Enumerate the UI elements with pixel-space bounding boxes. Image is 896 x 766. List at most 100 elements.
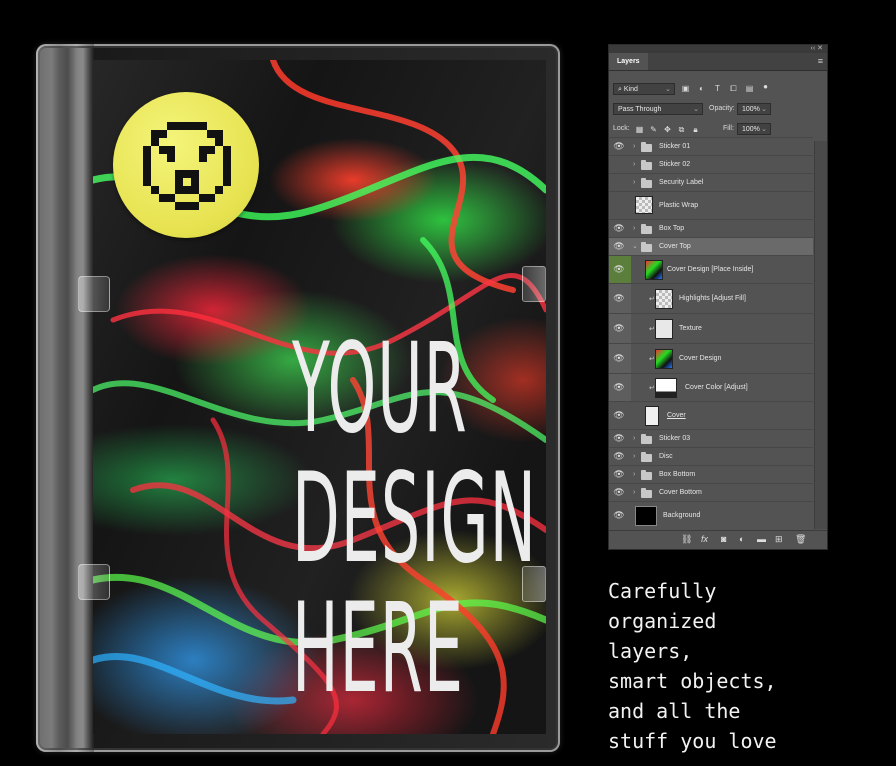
folder-icon (641, 470, 652, 480)
layer-row[interactable]: 👁︎ Cover (609, 401, 813, 429)
lock-move-icon[interactable]: ✥ (663, 125, 672, 134)
tab-layers[interactable]: Layers (609, 53, 648, 70)
opacity-label: Opacity: (709, 105, 735, 112)
eye-off-icon[interactable]: □ (613, 200, 625, 212)
filter-kind-select[interactable]: ⌕ Kind ⌄ (613, 83, 675, 95)
eye-icon[interactable]: 👁︎ (613, 510, 625, 522)
eye-off-icon[interactable]: □ (613, 177, 625, 189)
chevron-right-icon[interactable]: › (633, 225, 635, 232)
fx-icon[interactable]: fx (701, 534, 708, 544)
case-hinge-top (78, 276, 110, 312)
panel-titlebar: ‹‹ ✕ (609, 45, 827, 53)
layer-row[interactable]: □ Plastic Wrap (609, 191, 813, 219)
eye-icon[interactable]: 👁︎ (613, 141, 625, 153)
eye-icon[interactable]: 👁︎ (613, 264, 625, 276)
opacity-value: 100% (742, 106, 760, 113)
panel-tabrow: Layers ≡ (609, 53, 827, 71)
folder-icon (641, 142, 652, 152)
cover-line-3: HERE (292, 577, 465, 721)
type-filter-icon[interactable]: T (713, 84, 722, 93)
trash-icon[interactable]: 🗑︎ (795, 534, 806, 545)
layer-row[interactable]: □ › Sticker 02 (609, 155, 813, 173)
chevron-right-icon[interactable]: › (633, 453, 635, 460)
chevron-right-icon[interactable]: › (633, 179, 635, 186)
fill-value: 100% (742, 126, 760, 133)
lock-transparent-icon[interactable]: ▦ (635, 125, 644, 134)
chevron-right-icon[interactable]: › (633, 143, 635, 150)
eye-icon[interactable]: 👁︎ (613, 382, 625, 394)
lock-brush-icon[interactable]: ✎ (649, 125, 658, 134)
layer-row[interactable]: 👁︎ ↵ Highlights [Adjust Fill] (609, 283, 813, 313)
layer-row[interactable]: 👁︎ › Box Top (609, 219, 813, 237)
layer-row[interactable]: 👁︎ Cover Design [Place Inside] (609, 255, 813, 283)
layer-row-selected[interactable]: 👁︎ ⌄ Cover Top (609, 237, 813, 255)
chevron-down-icon[interactable]: ⌄ (632, 242, 638, 250)
blend-mode-select[interactable]: Pass Through ⌄ (613, 103, 703, 115)
layer-thumbnail (655, 319, 673, 339)
panel-menu-icon[interactable]: ≡ (818, 56, 823, 66)
chevron-down-icon: ⌄ (761, 106, 767, 113)
layer-name: Disc (659, 453, 673, 460)
fill-field[interactable]: 100% ⌄ (737, 123, 771, 135)
new-group-icon[interactable]: ▬ (757, 534, 766, 544)
opacity-field[interactable]: 100% ⌄ (737, 103, 771, 115)
layer-row[interactable]: 👁︎ ↵ Cover Design (609, 343, 813, 373)
clipping-arrow-icon: ↵ (649, 385, 655, 392)
layer-row[interactable]: 👁︎ › Sticker 01 (609, 137, 813, 155)
layer-row[interactable]: □ › Security Label (609, 173, 813, 191)
panel-bottom-toolbar: ⛓︎ fx ◙ ◐ ▬ ⊞ 🗑︎ (609, 530, 827, 549)
eye-icon[interactable]: 👁︎ (613, 410, 625, 422)
layer-row[interactable]: 👁︎ Background (609, 501, 813, 529)
lock-all-icon[interactable]: 🔒︎ (691, 125, 700, 134)
eye-icon[interactable]: 👁︎ (613, 469, 625, 481)
eye-icon[interactable]: 👁︎ (613, 451, 625, 463)
layer-row[interactable]: 👁︎ › Cover Bottom (609, 483, 813, 501)
layer-name: Security Label (659, 179, 704, 186)
chevron-down-icon: ⌄ (761, 126, 767, 133)
blend-mode-value: Pass Through (618, 106, 662, 113)
eye-icon[interactable]: 👁︎ (613, 433, 625, 445)
cover-headline: YOUR DESIGN HERE (292, 324, 542, 714)
layer-name: Cover Bottom (659, 489, 702, 496)
caption-line: smart objects, (608, 669, 777, 693)
eye-off-icon[interactable]: □ (613, 159, 625, 171)
layer-name: Cover Top (659, 243, 691, 250)
new-layer-icon[interactable]: ⊞ (775, 534, 783, 545)
shape-filter-icon[interactable]: ⧠ (729, 84, 738, 93)
filter-toggle-icon[interactable]: ● (761, 82, 770, 91)
chevron-right-icon[interactable]: › (633, 435, 635, 442)
eye-icon[interactable]: 👁︎ (613, 323, 625, 335)
eye-icon[interactable]: 👁︎ (613, 487, 625, 499)
adjustment-filter-icon[interactable]: ◐ (697, 84, 706, 93)
sticker-face (113, 92, 259, 238)
layer-row[interactable]: 👁︎ ↵ Texture (609, 313, 813, 343)
folder-icon (641, 160, 652, 170)
pixel-filter-icon[interactable]: ▣ (681, 84, 690, 93)
smart-object-thumbnail (645, 260, 663, 280)
layers-scrollbar[interactable] (814, 141, 827, 529)
eye-icon[interactable]: 👁︎ (613, 241, 625, 253)
filter-row: ⌕ Kind ⌄ ▣ ◐ T ⧠ ▤ ● (609, 79, 827, 99)
eye-icon[interactable]: 👁︎ (613, 223, 625, 235)
smart-object-filter-icon[interactable]: ▤ (745, 84, 754, 93)
case-spine (36, 44, 94, 752)
layer-row[interactable]: 👁︎ › Disc (609, 447, 813, 465)
lock-artboard-icon[interactable]: ⧉ (677, 125, 686, 134)
layer-row[interactable]: 👁︎ ↵ Cover Color [Adjust] (609, 373, 813, 401)
add-mask-icon[interactable]: ◙ (721, 534, 726, 544)
adjustment-layer-icon[interactable]: ◐ (739, 534, 744, 544)
chevron-right-icon[interactable]: › (633, 471, 635, 478)
eye-icon[interactable]: 👁︎ (613, 293, 625, 305)
filter-kind-value: Kind (623, 86, 638, 93)
eye-icon[interactable]: 👁︎ (613, 353, 625, 365)
layer-name: Cover (667, 412, 686, 419)
cover-line-1: YOUR (292, 317, 468, 461)
chevron-right-icon[interactable]: › (633, 161, 635, 168)
collapse-close-icon[interactable]: ‹‹ ✕ (811, 44, 823, 52)
link-layers-icon[interactable]: ⛓︎ (681, 534, 692, 545)
layer-name: Cover Color [Adjust] (685, 384, 748, 391)
chevron-right-icon[interactable]: › (633, 489, 635, 496)
layer-row[interactable]: 👁︎ › Box Bottom (609, 465, 813, 483)
layer-row[interactable]: 👁︎ › Sticker 03 (609, 429, 813, 447)
caption-line: organized (608, 609, 717, 633)
